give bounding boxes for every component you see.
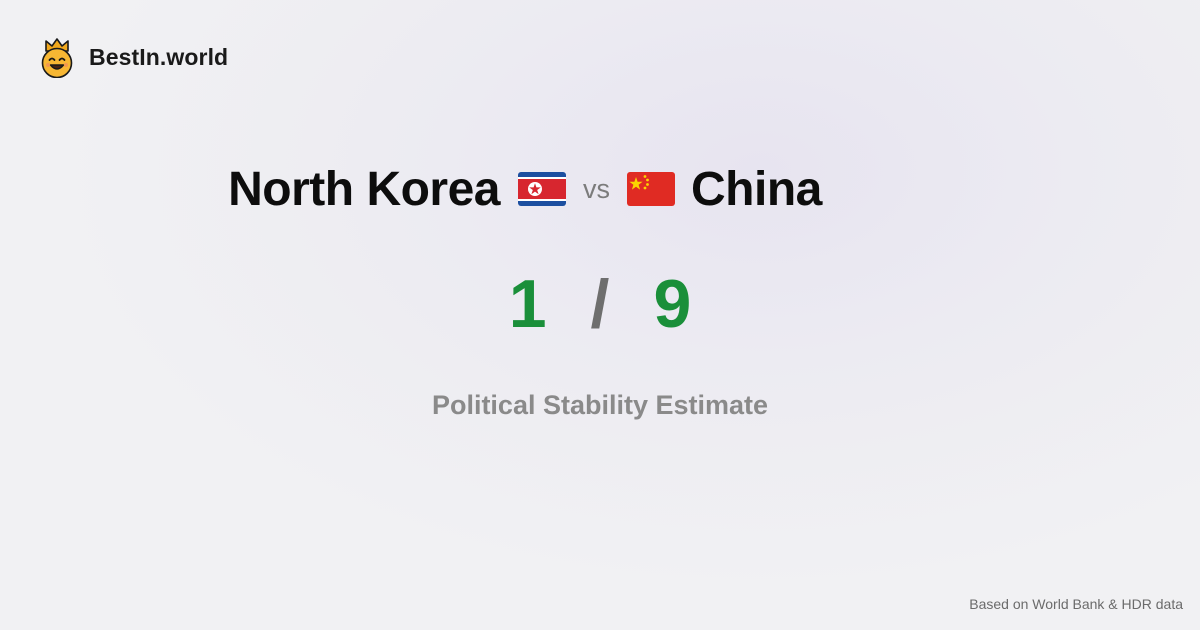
score-comparison: 1 / 9 xyxy=(0,264,1200,344)
left-score: 1 xyxy=(508,266,547,342)
right-score: 9 xyxy=(653,266,692,342)
metric-title: Political Stability Estimate xyxy=(431,390,769,420)
country-matchup: North Korea vs China xyxy=(0,157,1050,221)
right-country-name: China xyxy=(691,162,822,216)
brand-logo-link[interactable]: BestIn.world xyxy=(38,36,228,78)
vs-label: vs xyxy=(583,173,610,204)
brand-name: BestIn.world xyxy=(89,43,229,70)
score-separator: / xyxy=(590,266,610,342)
china-flag-icon xyxy=(627,172,675,206)
north-korea-flag-icon xyxy=(518,172,566,206)
data-source-note: Based on World Bank & HDR data xyxy=(969,596,1183,612)
left-country-name: North Korea xyxy=(228,162,500,216)
smiling-face-crown-icon xyxy=(41,38,73,78)
